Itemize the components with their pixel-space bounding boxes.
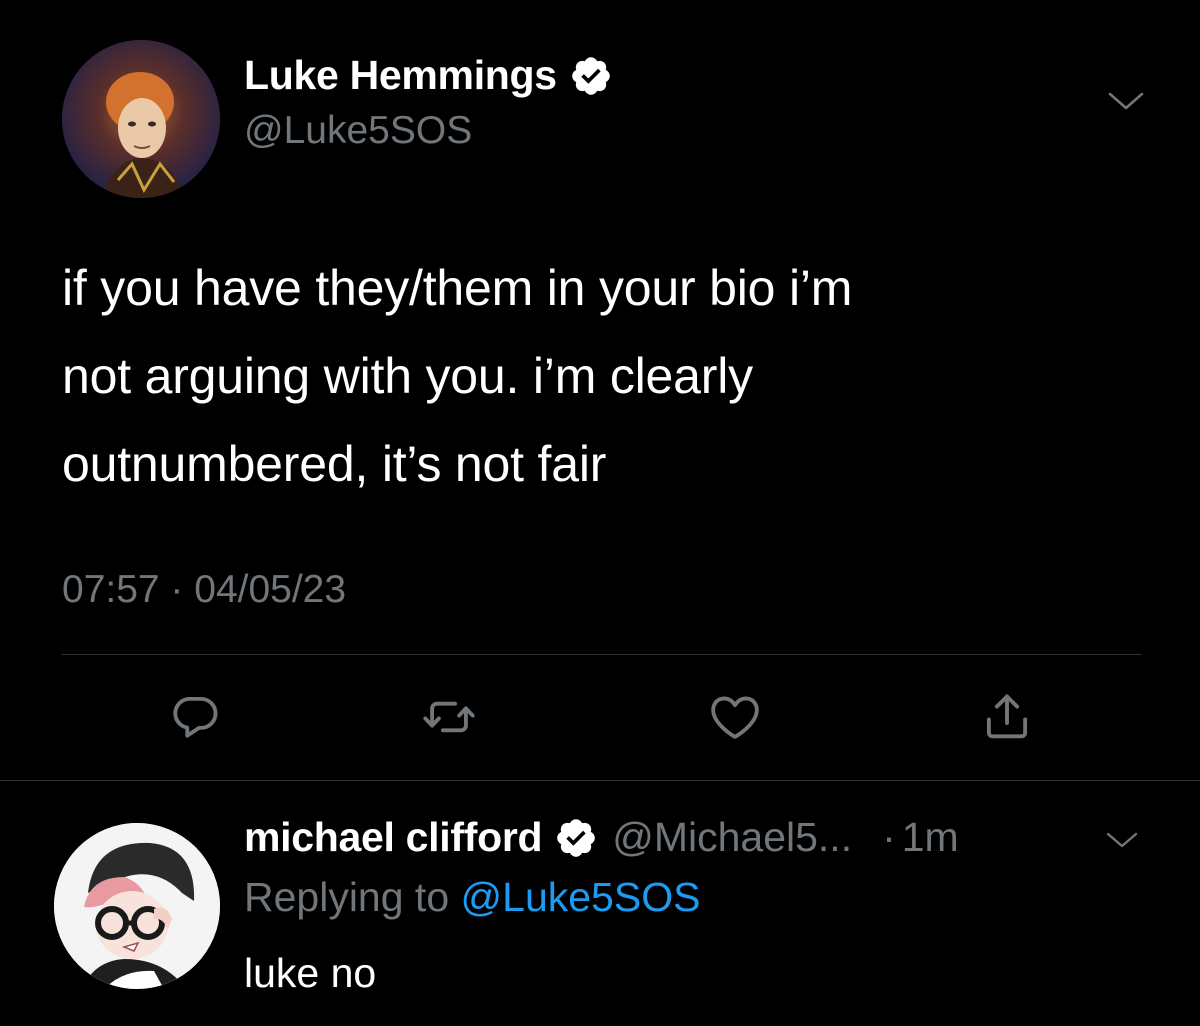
like-button[interactable] xyxy=(706,688,764,746)
replying-to: Replying to @Luke5SOS xyxy=(244,874,700,921)
tweet-text: if you have they/them in your bio i’m no… xyxy=(62,260,853,492)
author-handle[interactable]: @Luke5SOS xyxy=(244,109,472,153)
tweet-timestamp[interactable]: 07:57 · 04/05/23 xyxy=(62,568,346,612)
share-button[interactable] xyxy=(978,688,1036,746)
reply-author-handle[interactable]: @Michael5... xyxy=(612,814,852,861)
replying-to-mention[interactable]: @Luke5SOS xyxy=(461,874,701,920)
retweet-button[interactable] xyxy=(420,688,478,746)
verified-badge-icon xyxy=(554,816,598,860)
reply-header: michael clifford @Michael5... · 1m xyxy=(244,814,959,861)
share-icon xyxy=(986,694,1028,739)
author-name-row: Luke Hemmings xyxy=(244,52,613,99)
reply-text: luke no xyxy=(244,950,377,996)
reply-author-name[interactable]: michael clifford xyxy=(244,814,543,861)
reply-button[interactable] xyxy=(166,688,224,746)
author-avatar[interactable] xyxy=(62,40,220,198)
comment-icon xyxy=(173,696,218,738)
avatar-image xyxy=(54,823,220,989)
reply-time[interactable]: 1m xyxy=(902,814,959,861)
retweet-icon xyxy=(423,701,475,733)
heart-icon xyxy=(711,696,759,739)
chevron-down-icon[interactable] xyxy=(1106,86,1146,116)
chevron-down-icon[interactable] xyxy=(1104,826,1140,854)
divider xyxy=(0,780,1200,781)
replying-to-label: Replying to xyxy=(244,874,450,920)
verified-badge-icon xyxy=(569,54,613,98)
separator-dot: · xyxy=(882,814,896,860)
avatar-image xyxy=(62,40,220,198)
divider xyxy=(62,654,1142,655)
reply-author-avatar[interactable] xyxy=(54,823,220,989)
author-name[interactable]: Luke Hemmings xyxy=(244,52,557,99)
